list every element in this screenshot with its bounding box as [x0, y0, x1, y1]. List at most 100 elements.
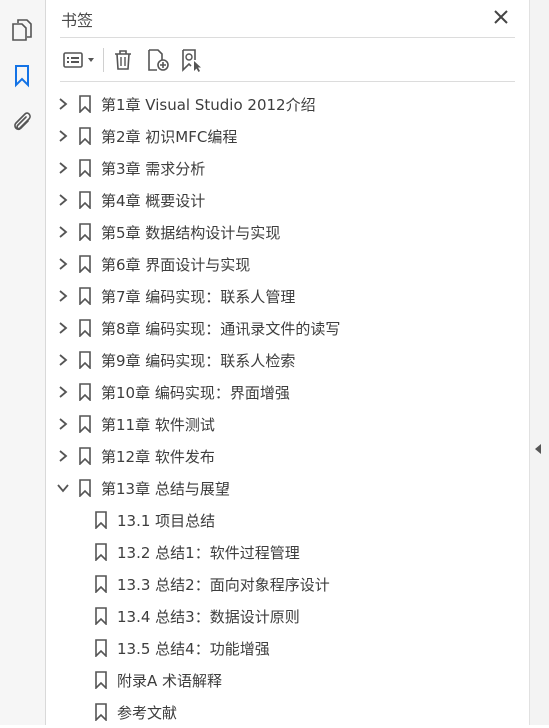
panel-header: 书签 — [46, 0, 528, 36]
bookmark-icon — [94, 575, 108, 594]
chevron-down-icon — [87, 58, 94, 62]
chevron-right-icon[interactable] — [54, 127, 72, 145]
bookmark-from-selection-button[interactable] — [178, 46, 206, 74]
bookmark-label: 第5章 数据结构设计与实现 — [101, 224, 281, 242]
toolbar-divider-bottom — [60, 81, 515, 82]
chevron-right-icon[interactable] — [54, 191, 72, 209]
bookmark-chapter-item[interactable]: 第12章 软件发布 — [46, 440, 528, 472]
bookmark-label: 第12章 软件发布 — [101, 448, 215, 466]
delete-bookmark-button[interactable] — [110, 46, 136, 74]
bookmark-label: 第6章 界面设计与实现 — [101, 256, 251, 274]
bookmark-icon — [94, 703, 108, 722]
collapse-arrow-icon[interactable] — [535, 444, 541, 454]
bookmark-chapter-item[interactable]: 第8章 编码实现：通讯录文件的读写 — [46, 312, 528, 344]
bookmark-label: 第8章 编码实现：通讯录文件的读写 — [101, 320, 341, 338]
bookmark-label: 第11章 软件测试 — [101, 416, 215, 434]
bookmark-chapter-item[interactable]: 第13章 总结与展望 — [46, 472, 528, 504]
pages-button[interactable] — [9, 17, 35, 43]
close-icon — [494, 10, 508, 24]
trash-icon — [115, 50, 131, 70]
chevron-right-icon[interactable] — [54, 223, 72, 241]
bookmark-icon — [94, 671, 108, 690]
bookmark-label: 第9章 编码实现：联系人检索 — [101, 352, 296, 370]
bookmarks-button[interactable] — [9, 63, 35, 89]
chevron-right-icon[interactable] — [54, 447, 72, 465]
bookmark-chapter-item[interactable]: 第5章 数据结构设计与实现 — [46, 216, 528, 248]
chevron-right-icon[interactable] — [54, 351, 72, 369]
bookmark-chapter-item[interactable]: 第1章 Visual Studio 2012介绍 — [46, 88, 528, 120]
chevron-right-icon[interactable] — [54, 255, 72, 273]
bookmark-icon — [78, 479, 92, 498]
bookmark-label: 13.2 总结1：软件过程管理 — [117, 544, 300, 562]
bookmark-chapter-item[interactable]: 第10章 编码实现：界面增强 — [46, 376, 528, 408]
bookmark-icon — [15, 65, 29, 88]
toolbar-divider — [103, 48, 104, 72]
bookmark-chapter-item[interactable]: 第9章 编码实现：联系人检索 — [46, 344, 528, 376]
bookmark-chapter-item[interactable]: 第7章 编码实现：联系人管理 — [46, 280, 528, 312]
bookmark-icon — [78, 287, 92, 306]
header-divider — [60, 37, 515, 38]
bookmark-label: 第1章 Visual Studio 2012介绍 — [101, 96, 316, 114]
options-menu-button[interactable] — [60, 46, 98, 74]
panel-title: 书签 — [61, 11, 94, 30]
bookmark-section-item[interactable]: 13.1 项目总结 — [46, 504, 528, 536]
chevron-right-icon[interactable] — [54, 95, 72, 113]
attachments-button[interactable] — [9, 109, 35, 135]
bookmark-icon — [94, 639, 108, 658]
bookmark-chapter-item[interactable]: 第4章 概要设计 — [46, 184, 528, 216]
bookmark-icon — [94, 511, 108, 530]
chevron-down-icon[interactable] — [54, 479, 72, 497]
new-bookmark-button[interactable] — [144, 46, 172, 74]
bookmark-select-icon — [182, 49, 201, 72]
bookmark-label: 第3章 需求分析 — [101, 160, 206, 178]
bookmark-icon — [94, 543, 108, 562]
bookmark-section-item[interactable]: 附录A 术语解释 — [46, 664, 528, 696]
bookmark-chapter-item[interactable]: 第6章 界面设计与实现 — [46, 248, 528, 280]
bookmark-icon — [78, 159, 92, 178]
bookmark-section-item[interactable]: 13.4 总结3：数据设计原则 — [46, 600, 528, 632]
chevron-right-icon[interactable] — [54, 383, 72, 401]
bookmark-label: 第4章 概要设计 — [101, 192, 206, 210]
new-bookmark-icon — [148, 49, 169, 71]
chevron-right-icon[interactable] — [54, 415, 72, 433]
bookmark-icon — [78, 383, 92, 402]
bookmark-label: 第13章 总结与展望 — [101, 480, 230, 498]
bookmark-section-item[interactable]: 参考文献 — [46, 696, 528, 728]
bookmark-section-item[interactable]: 13.3 总结2：面向对象程序设计 — [46, 568, 528, 600]
attachment-icon — [14, 112, 31, 131]
chevron-right-icon[interactable] — [54, 287, 72, 305]
chevron-right-icon[interactable] — [54, 159, 72, 177]
bookmark-section-item[interactable]: 13.5 总结4：功能增强 — [46, 632, 528, 664]
bookmark-label: 13.1 项目总结 — [117, 512, 216, 530]
bookmark-icon — [78, 95, 92, 114]
bookmark-label: 第7章 编码实现：联系人管理 — [101, 288, 296, 306]
panel-collapse-strip[interactable] — [529, 0, 549, 725]
bookmark-label: 13.5 总结4：功能增强 — [117, 640, 270, 658]
bookmark-icon — [94, 607, 108, 626]
bookmark-section-item[interactable]: 13.2 总结1：软件过程管理 — [46, 536, 528, 568]
navigation-rail — [0, 0, 46, 725]
bookmark-icon — [78, 319, 92, 338]
bookmark-icon — [78, 223, 92, 242]
bookmark-toolbar — [46, 42, 528, 78]
close-panel-button[interactable] — [490, 6, 512, 28]
pages-icon — [12, 19, 32, 41]
bookmark-label: 第10章 编码实现：界面增强 — [101, 384, 290, 402]
bookmarks-panel: 书签 第1章 Visual Studio 2012介绍 第2章 初识MFC编程 … — [46, 0, 528, 725]
bookmark-icon — [78, 255, 92, 274]
bookmark-chapter-item[interactable]: 第11章 软件测试 — [46, 408, 528, 440]
bookmark-icon — [78, 447, 92, 466]
bookmark-label: 参考文献 — [117, 704, 178, 722]
bookmark-icon — [78, 351, 92, 370]
bookmark-chapter-item[interactable]: 第3章 需求分析 — [46, 152, 528, 184]
bookmark-chapter-item[interactable]: 第2章 初识MFC编程 — [46, 120, 528, 152]
bookmark-icon — [78, 127, 92, 146]
bookmark-label: 第2章 初识MFC编程 — [101, 128, 238, 146]
bookmark-icon — [78, 191, 92, 210]
bookmark-icon — [78, 415, 92, 434]
chevron-right-icon[interactable] — [54, 319, 72, 337]
bookmark-label: 附录A 术语解释 — [117, 672, 223, 690]
bookmark-label: 13.3 总结2：面向对象程序设计 — [117, 576, 330, 594]
bookmark-label: 13.4 总结3：数据设计原则 — [117, 608, 300, 626]
list-options-icon — [62, 52, 83, 68]
